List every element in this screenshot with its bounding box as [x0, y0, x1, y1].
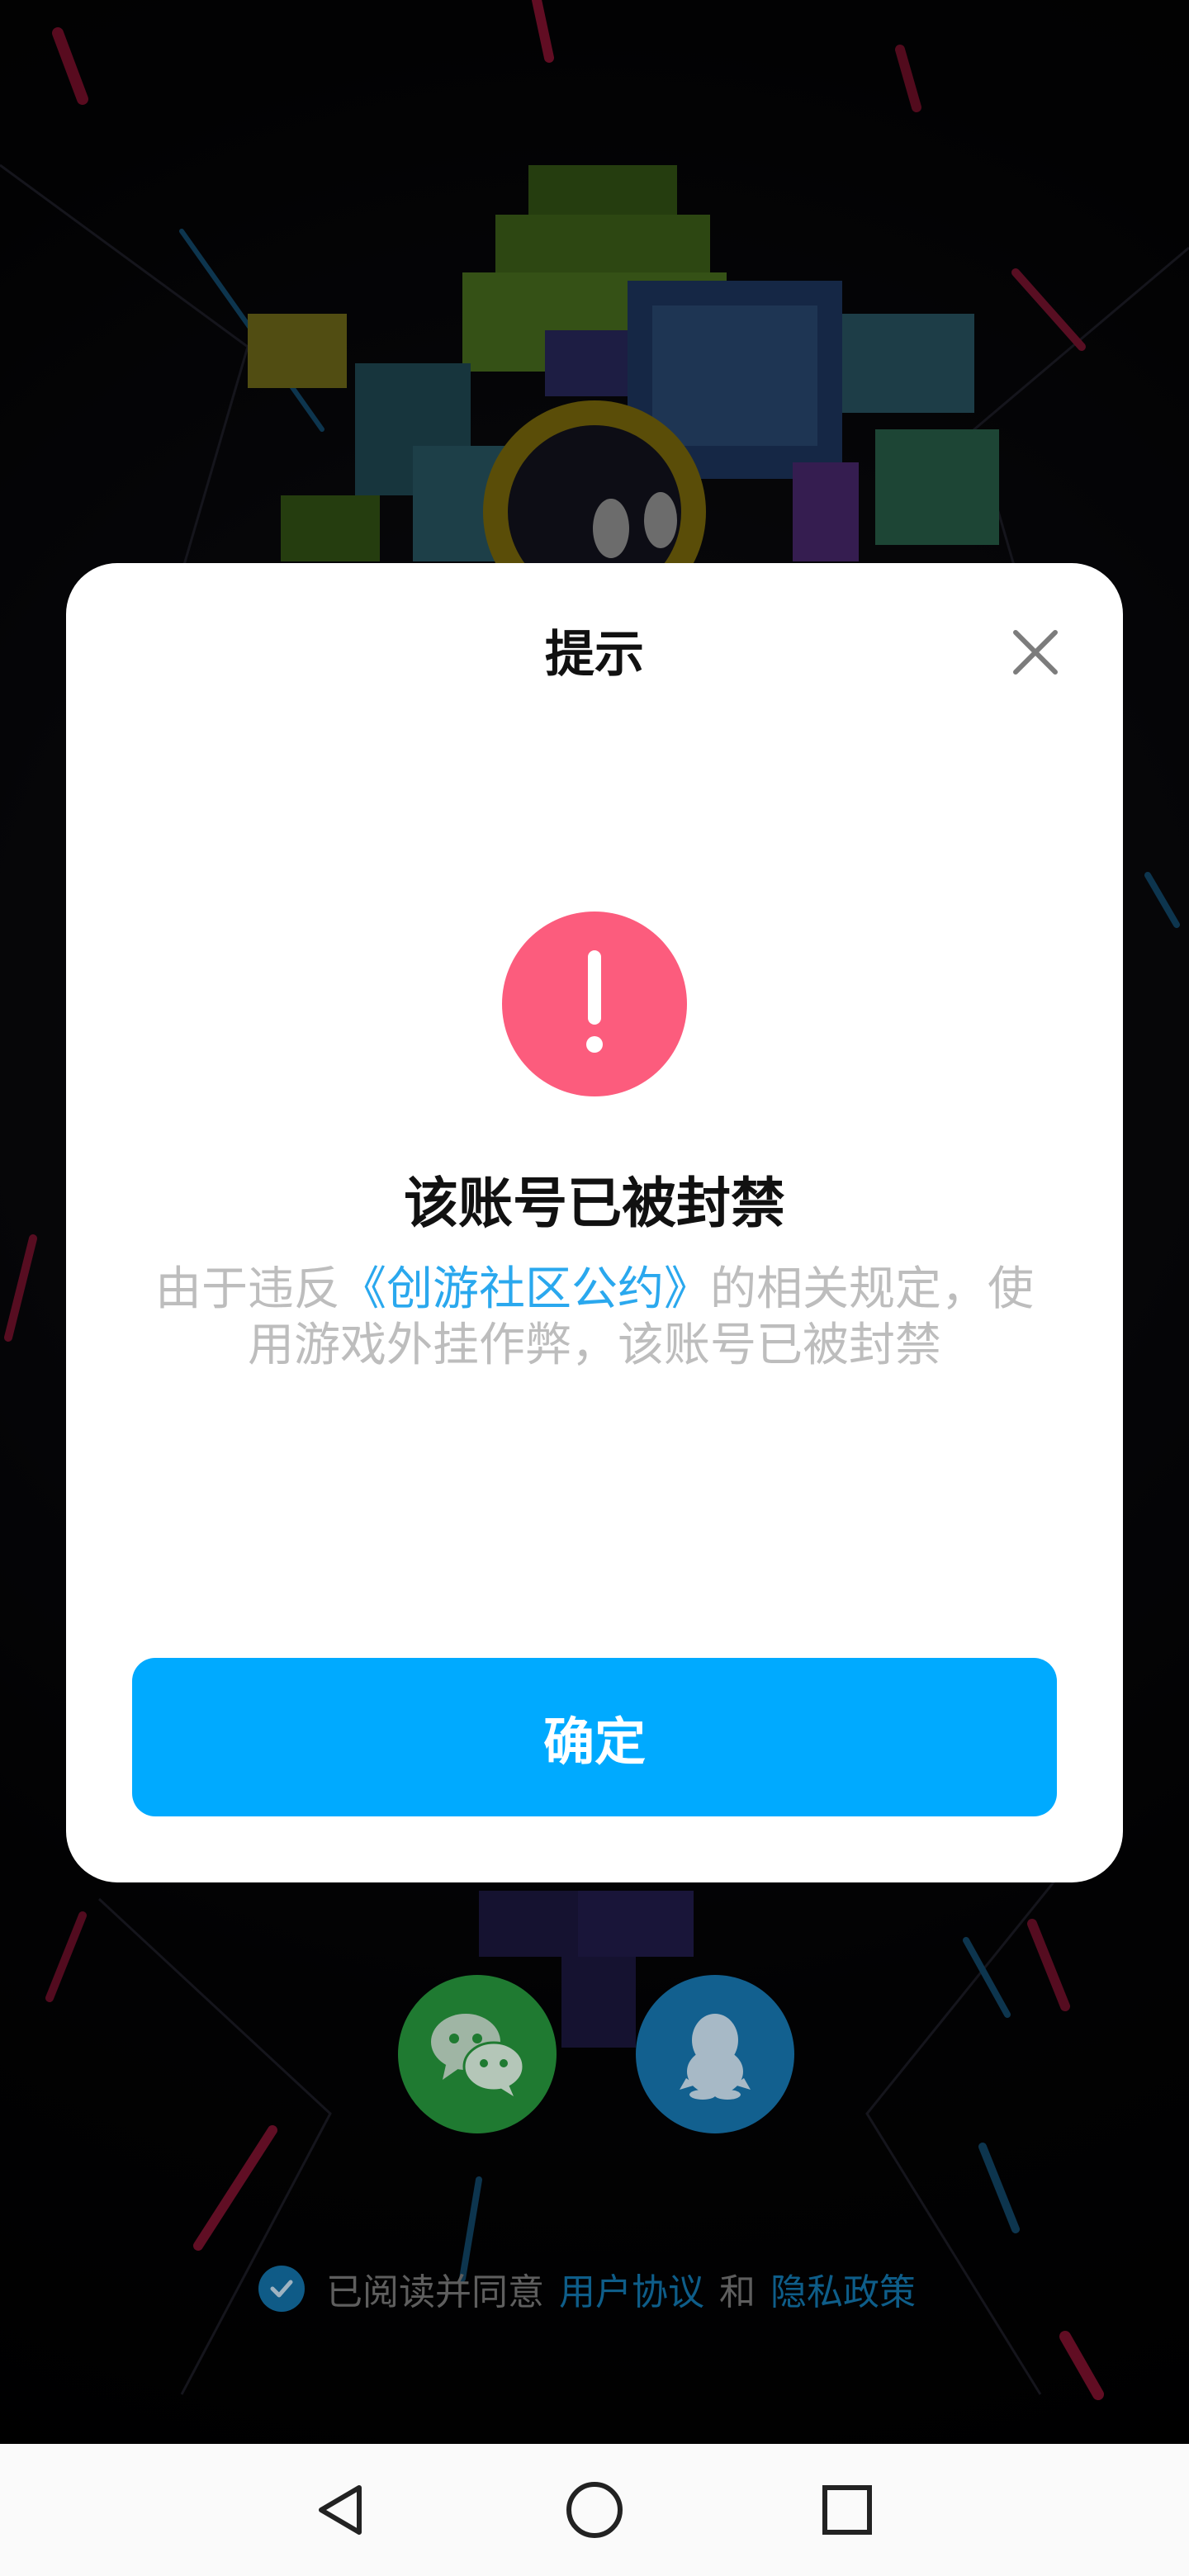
agreement-prefix: 已阅读并同意	[326, 2271, 544, 2313]
nav-home-button[interactable]	[528, 2444, 661, 2576]
ban-heading: 该账号已被封禁	[404, 1172, 785, 1235]
wechat-login-button[interactable]	[398, 1975, 557, 2133]
agreement-row: 已阅读并同意 用户协议 和 隐私政策	[0, 2262, 1189, 2315]
app-screen: 已阅读并同意 用户协议 和 隐私政策 提示 该账号已被封禁 由于违反《创游社区公…	[0, 0, 1189, 2576]
close-button[interactable]	[1001, 618, 1070, 687]
dialog-title: 提示	[545, 626, 644, 684]
agreement-and: 和	[719, 2271, 756, 2313]
agreement-checkbox[interactable]	[258, 2266, 305, 2312]
back-triangle-icon	[319, 2485, 362, 2535]
ban-notice-dialog: 提示 该账号已被封禁 由于违反《创游社区公约》的相关规定，使用游戏外挂作弊，该账…	[66, 563, 1123, 1882]
ban-message: 由于违反《创游社区公约》的相关规定，使用游戏外挂作弊，该账号已被封禁	[140, 1262, 1049, 1374]
recent-square-icon	[822, 2485, 872, 2535]
privacy-policy-link[interactable]: 隐私政策	[770, 2262, 916, 2315]
community-rules-link[interactable]: 《创游社区公约》	[340, 1262, 710, 1316]
close-icon	[1013, 630, 1058, 675]
nav-back-button[interactable]	[276, 2444, 408, 2576]
check-icon	[270, 2280, 293, 2298]
qq-penguin-icon	[680, 2014, 751, 2100]
message-text-before: 由于违反	[155, 1262, 340, 1316]
system-nav-bar	[0, 2444, 1189, 2576]
exclamation-icon	[502, 912, 687, 1096]
qq-login-button[interactable]	[636, 1975, 794, 2133]
confirm-button[interactable]: 确定	[132, 1658, 1057, 1816]
home-circle-icon	[566, 2482, 623, 2538]
nav-recent-button[interactable]	[781, 2444, 913, 2576]
user-agreement-link[interactable]: 用户协议	[559, 2262, 704, 2315]
wechat-icon	[431, 2014, 525, 2096]
